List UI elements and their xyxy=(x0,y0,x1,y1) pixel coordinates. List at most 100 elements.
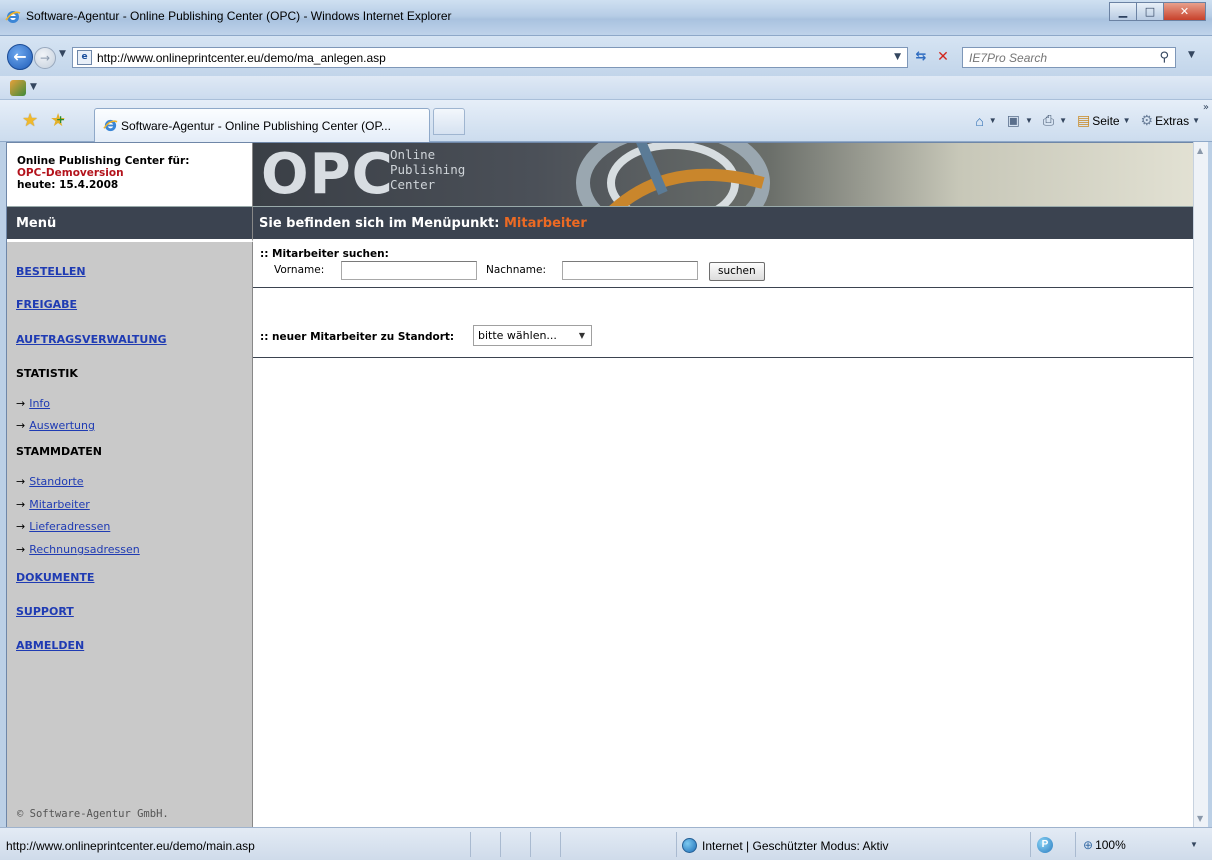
breadcrumb: Sie befinden sich im Menüpunkt: Mitarbei… xyxy=(253,207,1193,242)
tab-bar: ★ ★ + Software-Agentur - Online Publishin… xyxy=(0,100,1212,142)
breadcrumb-prefix: Sie befinden sich im Menüpunkt: xyxy=(259,216,500,231)
back-button[interactable]: ← xyxy=(7,44,33,70)
ie7pro-toolbar: ▼ xyxy=(0,76,1212,100)
stop-button[interactable]: ✕ xyxy=(932,47,954,68)
scroll-up-icon[interactable]: ▲ xyxy=(1197,146,1203,155)
extras-menu-button[interactable]: ⚙ Extras ▼ xyxy=(1141,112,1201,129)
home-icon: ⌂ xyxy=(975,112,984,129)
search-icon[interactable]: ⚲ xyxy=(1159,50,1169,65)
search-section-title: :: Mitarbeiter suchen: xyxy=(260,248,389,260)
zoom-level: 100% xyxy=(1095,838,1126,852)
sidebar-item-auftragsverwaltung[interactable]: AUFTRAGSVERWALTUNG xyxy=(16,333,167,346)
address-field[interactable]: e http://www.onlineprintcenter.eu/demo/m… xyxy=(72,47,908,68)
sidebar-item-bestellen[interactable]: BESTELLEN xyxy=(16,265,86,278)
gear-icon: ⚙ xyxy=(1140,112,1154,128)
add-favorites-button[interactable]: ★ + xyxy=(50,110,66,131)
sidebar-link-auswertung[interactable]: Auswertung xyxy=(29,419,95,432)
last-name-input[interactable] xyxy=(562,261,698,280)
home-button[interactable]: ⌂ ▼ xyxy=(975,113,996,129)
refresh-icon: ⇆ xyxy=(915,49,927,64)
location-select-value: bitte wählen... xyxy=(478,329,557,342)
page-icon: e xyxy=(77,50,92,65)
arrow-right-icon: → xyxy=(16,475,26,488)
url-text[interactable]: http://www.onlineprintcenter.eu/demo/ma_… xyxy=(97,51,386,65)
more-commands-icon[interactable]: » xyxy=(1203,102,1209,113)
search-button[interactable]: suchen xyxy=(709,262,765,281)
zoom-control[interactable]: ⊕ 100% xyxy=(1083,838,1126,852)
feeds-button[interactable]: ▣ ▼ xyxy=(1007,112,1033,129)
opc-logo-banner: OPC Online Publishing Center xyxy=(253,143,1193,207)
sidebar-subitem-mitarbeiter: → Mitarbeiter xyxy=(16,498,90,511)
vertical-scrollbar[interactable]: ▲ ▼ xyxy=(1193,142,1208,827)
tagline-line: Online xyxy=(390,147,436,162)
logo-swoosh-graphic xyxy=(576,143,770,206)
current-date: heute: 15.4.2008 xyxy=(17,179,119,191)
sidebar-subitem-auswertung: → Auswertung xyxy=(16,419,95,432)
security-zone-text: Internet | Geschützter Modus: Aktiv xyxy=(702,838,889,853)
close-button[interactable]: ✕ xyxy=(1163,2,1206,21)
sidebar-subitem-rechnungsadressen: → Rechnungsadressen xyxy=(16,543,140,556)
sidebar-link-lieferadressen[interactable]: Lieferadressen xyxy=(29,520,110,533)
maximize-icon: □ xyxy=(1144,5,1156,18)
window-title: Software-Agentur - Online Publishing Cen… xyxy=(26,9,452,23)
location-select[interactable]: bitte wählen... ▼ xyxy=(473,325,592,346)
arrow-right-icon: → xyxy=(16,543,26,556)
opc-logo-tagline: Online Publishing Center xyxy=(390,147,465,192)
page-header-info: Online Publishing Center für: OPC-Demove… xyxy=(7,143,253,207)
sidebar-subitem-info: → Info xyxy=(16,397,50,410)
tagline-line: Center xyxy=(390,177,436,192)
page-menu-button[interactable]: ▤ Seite ▼ xyxy=(1077,112,1131,129)
sidebar-link-info[interactable]: Info xyxy=(29,397,50,410)
sidebar-item-freigabe[interactable]: FREIGABE xyxy=(16,298,77,311)
sidebar-item-abmelden[interactable]: ABMELDEN xyxy=(16,639,84,652)
page-menu-label: Seite xyxy=(1092,113,1120,128)
status-divider xyxy=(470,832,471,857)
window-controls: ▁ □ ✕ xyxy=(1109,2,1206,21)
search-input[interactable] xyxy=(963,48,1143,67)
ie7pro-dropdown-icon[interactable]: ▼ xyxy=(30,82,37,92)
sidebar-link-rechnungsadressen[interactable]: Rechnungsadressen xyxy=(29,543,140,556)
forward-arrow-icon: → xyxy=(39,51,51,65)
sidebar-item-dokumente[interactable]: DOKUMENTE xyxy=(16,571,94,584)
sidebar-link-standorte[interactable]: Standorte xyxy=(29,475,83,488)
first-name-input[interactable] xyxy=(341,261,477,280)
ie-logo-icon xyxy=(103,119,118,132)
close-icon: ✕ xyxy=(1179,5,1190,18)
page-viewport: Online Publishing Center für: OPC-Demove… xyxy=(6,142,1193,827)
favorites-star-icon[interactable]: ★ xyxy=(22,110,38,131)
protected-mode-icon[interactable]: P xyxy=(1037,837,1053,853)
add-icon: + xyxy=(56,113,66,126)
print-button[interactable]: ⎙ ▼ xyxy=(1043,112,1067,129)
maximize-button[interactable]: □ xyxy=(1136,2,1164,21)
status-divider xyxy=(530,832,531,857)
minimize-button[interactable]: ▁ xyxy=(1109,2,1137,21)
customer-name: OPC-Demoversion xyxy=(17,167,124,179)
tagline-line: Publishing xyxy=(390,162,466,177)
sidebar-link-mitarbeiter[interactable]: Mitarbeiter xyxy=(29,498,90,511)
forward-button[interactable]: → xyxy=(34,47,56,69)
page-menu-icon: ▤ xyxy=(1076,112,1091,128)
new-employee-label: :: neuer Mitarbeiter zu Standort: xyxy=(260,331,455,343)
first-name-label: Vorname: xyxy=(274,264,325,276)
breadcrumb-current: Mitarbeiter xyxy=(503,216,587,231)
sidebar-section-stammdaten: STAMMDATEN xyxy=(16,445,102,458)
copyright-text: © Software-Agentur GmbH. xyxy=(17,808,169,820)
sidebar-subitem-standorte: → Standorte xyxy=(16,475,84,488)
back-arrow-icon: ← xyxy=(13,47,27,66)
scroll-down-icon[interactable]: ▼ xyxy=(1197,814,1203,823)
security-zone[interactable]: Internet | Geschützter Modus: Aktiv xyxy=(682,838,889,853)
sidebar-item-support[interactable]: SUPPORT xyxy=(16,605,74,618)
recent-pages-dropdown[interactable]: ▼ xyxy=(59,49,66,59)
opc-logo-text: OPC xyxy=(261,143,394,207)
refresh-button[interactable]: ⇆ xyxy=(910,47,932,68)
address-dropdown-icon[interactable]: ▼ xyxy=(894,52,901,62)
arrow-right-icon: → xyxy=(16,520,26,533)
tab-opc[interactable]: Software-Agentur - Online Publishing Cen… xyxy=(94,108,430,142)
chevron-down-icon: ▼ xyxy=(1024,116,1033,125)
new-tab-button[interactable] xyxy=(433,108,465,135)
zoom-dropdown-icon[interactable]: ▼ xyxy=(1190,840,1198,849)
stop-icon: ✕ xyxy=(937,49,949,65)
status-divider xyxy=(500,832,501,857)
search-provider-dropdown[interactable]: ▼ xyxy=(1188,50,1195,60)
ie7pro-icon[interactable] xyxy=(10,80,26,96)
